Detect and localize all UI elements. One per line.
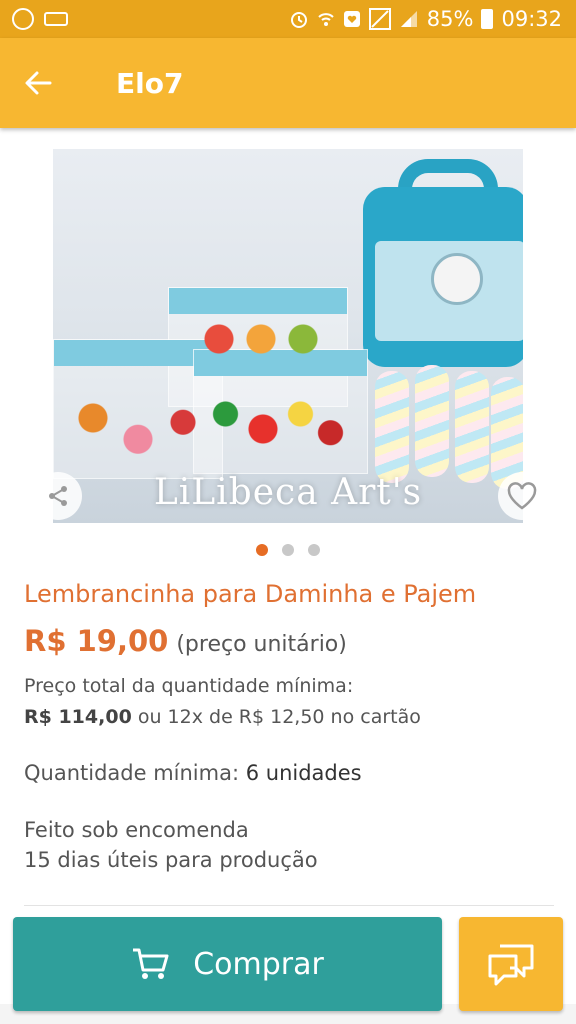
alarm-icon <box>290 12 307 28</box>
cart-icon <box>133 948 169 979</box>
carousel-dot[interactable] <box>308 544 320 556</box>
back-button[interactable] <box>0 38 76 128</box>
price-row: R$ 19,00 (preço unitário) <box>24 624 347 658</box>
status-left <box>12 8 68 30</box>
product-price: R$ 19,00 <box>24 624 169 658</box>
production-time-text: 15 dias úteis para produção <box>24 848 318 872</box>
installments-text: ou 12x de R$ 12,50 no cartão <box>137 706 421 728</box>
signal-icon <box>400 11 417 27</box>
notification-icon <box>343 11 360 27</box>
carousel-dot[interactable] <box>256 544 268 556</box>
image-marshmallow <box>415 365 449 477</box>
divider <box>24 905 554 906</box>
image-candy <box>191 319 331 359</box>
arrow-left-icon <box>25 71 52 95</box>
status-right: 85% 09:32 <box>289 7 562 31</box>
product-image[interactable]: LiLibeca Art's <box>53 149 523 523</box>
share-button[interactable] <box>34 472 82 520</box>
voicemail-icon <box>44 12 68 26</box>
favorite-button[interactable] <box>498 472 546 520</box>
product-title: Lembrancinha para Daminha e Pajem <box>24 580 477 608</box>
status-bar: 85% 09:32 <box>0 0 576 38</box>
image-marshmallow <box>375 371 409 483</box>
image-watermark: LiLibeca Art's <box>153 472 423 513</box>
app-bar: Elo7 <box>0 38 576 128</box>
image-marshmallow <box>455 371 489 483</box>
chat-button[interactable] <box>459 917 563 1011</box>
buy-button[interactable]: Comprar <box>13 917 442 1011</box>
made-to-order-text: Feito sob encomenda <box>24 818 249 842</box>
total-price-label: Preço total da quantidade mínima: <box>24 675 354 697</box>
photo-icon <box>368 8 391 30</box>
whatsapp-icon <box>12 8 34 30</box>
total-price-row: R$ 114,00 ou 12x de R$ 12,50 no cartão <box>24 706 421 728</box>
clock: 09:32 <box>501 7 562 31</box>
total-price-value: R$ 114,00 <box>24 706 132 728</box>
min-qty-label: Quantidade mínima: <box>24 761 240 785</box>
minimum-quantity: Quantidade mínima: 6 unidades <box>24 761 362 785</box>
carousel-dot[interactable] <box>282 544 294 556</box>
image-candy <box>203 384 353 459</box>
wifi-icon <box>318 13 334 26</box>
battery-icon <box>481 9 494 29</box>
carousel-indicator <box>0 544 576 556</box>
chat-icon <box>488 944 534 986</box>
image-case-seal <box>431 253 483 305</box>
battery-percent: 85% <box>426 7 474 31</box>
share-icon <box>49 486 67 506</box>
buy-button-label: Comprar <box>193 946 324 982</box>
heart-icon <box>507 482 537 510</box>
min-qty-value: 6 unidades <box>245 761 362 785</box>
image-candy <box>63 384 213 469</box>
price-unit-label: (preço unitário) <box>176 632 347 657</box>
app-title: Elo7 <box>116 66 184 100</box>
